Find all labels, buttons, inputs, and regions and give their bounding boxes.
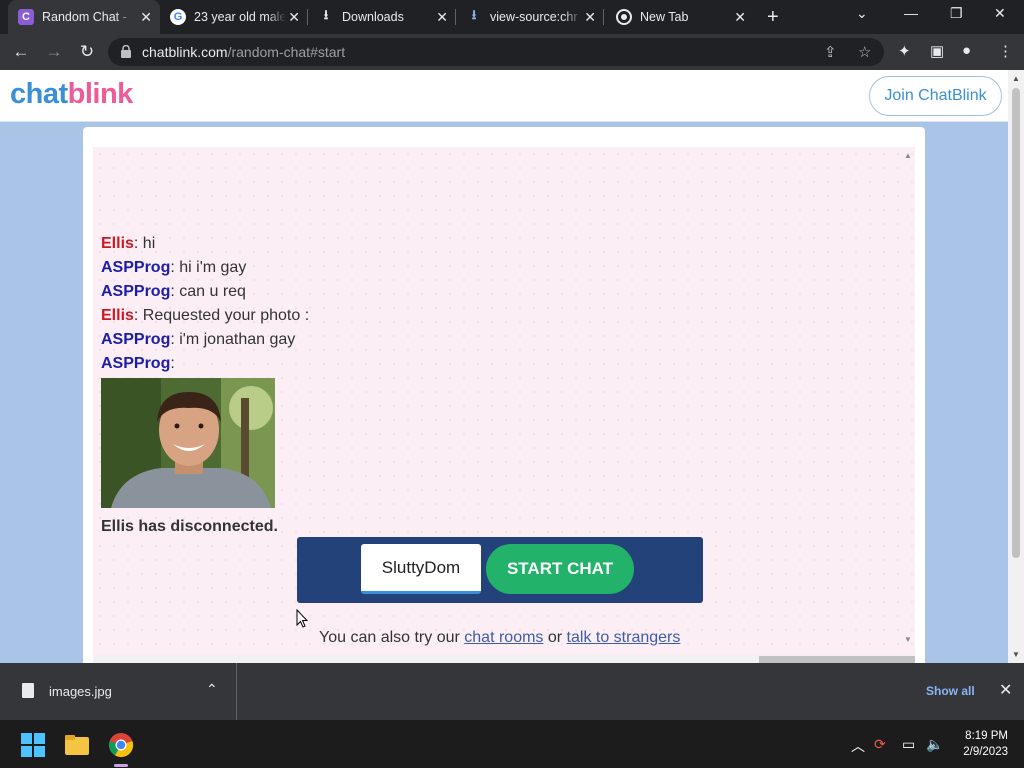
taskbar: ︿ ⟳ ▭ 🔈 8:19 PM 2/9/2023 — [0, 720, 1024, 768]
start-chat-bar: SluttyDom START CHAT — [297, 537, 703, 603]
message: ASPProg: i'm jonathan gay — [101, 331, 296, 348]
close-download-bar-icon[interactable]: ✕ — [999, 680, 1012, 700]
minimize-icon[interactable]: — — [904, 5, 918, 21]
download-bar: images.jpg ⌃ Show all ✕ — [0, 663, 1024, 720]
tab-random-chat[interactable]: C Random Chat - ✕ — [8, 0, 160, 34]
restore-icon[interactable]: ❐ — [950, 5, 963, 22]
message: Ellis: Requested your photo : — [101, 307, 310, 324]
download-item[interactable]: images.jpg ⌃ — [0, 663, 237, 720]
google-icon: G — [170, 9, 186, 25]
shared-photo[interactable] — [101, 378, 275, 508]
file-explorer-icon[interactable] — [64, 732, 90, 758]
close-tab-icon[interactable]: ✕ — [288, 9, 300, 25]
scroll-up-icon[interactable]: ▲ — [1012, 74, 1020, 83]
close-tab-icon[interactable]: ✕ — [436, 9, 448, 25]
chrome-icon[interactable] — [108, 732, 134, 758]
forward-icon[interactable]: → — [43, 41, 65, 63]
download-icon: ⭳ — [323, 7, 329, 22]
system-clock[interactable]: 8:19 PM 2/9/2023 — [950, 728, 1008, 760]
menu-icon[interactable]: ⋮ — [998, 42, 1013, 60]
new-tab-icon[interactable]: + — [767, 6, 779, 29]
tab-downloads[interactable]: ⭳ Downloads ✕ — [308, 0, 456, 34]
back-icon[interactable]: ← — [10, 41, 32, 63]
volume-icon[interactable]: 🔈 — [926, 736, 943, 753]
show-all-button[interactable]: Show all — [926, 684, 975, 698]
tab-strip: C Random Chat - ✕ G 23 year old male ✕ ⭳… — [0, 0, 1024, 34]
chatblink-favicon: C — [18, 9, 34, 25]
message: ASPProg: — [101, 355, 175, 372]
scroll-down-icon[interactable]: ▼ — [904, 635, 912, 644]
chrome-icon — [616, 9, 632, 25]
chevron-up-icon[interactable]: ⌃ — [206, 681, 218, 698]
reload-icon[interactable]: ↻ — [76, 41, 98, 63]
chat-rooms-link[interactable]: chat rooms — [464, 629, 543, 646]
page-viewport: chatblink Join ChatBlink Ellis: hi ASPPr… — [0, 70, 1008, 663]
windows-start-icon[interactable] — [20, 732, 46, 758]
message: ASPProg: can u req — [101, 283, 246, 300]
tab-new-tab[interactable]: New Tab ✕ — [606, 0, 754, 34]
close-window-icon[interactable]: ✕ — [994, 5, 1006, 22]
network-icon[interactable]: ▭ — [902, 736, 915, 753]
message: Ellis: hi — [101, 235, 156, 252]
file-icon — [22, 683, 34, 698]
url-text: chatblink.com/random-chat#start — [142, 44, 346, 60]
chat-scrollbar[interactable]: ▲ ▼ — [901, 147, 915, 659]
address-bar[interactable]: chatblink.com/random-chat#start ⇪ ☆ — [108, 38, 884, 66]
sync-icon[interactable]: ⟳ — [874, 736, 886, 753]
lock-icon — [121, 45, 131, 58]
tab-google-search[interactable]: G 23 year old male ✕ — [160, 0, 308, 34]
side-panel-icon[interactable]: ▣ — [930, 42, 944, 60]
chat-log[interactable]: Ellis: hi ASPProg: hi i'm gay ASPProg: c… — [93, 147, 915, 659]
scroll-down-icon[interactable]: ▼ — [1012, 650, 1020, 659]
mouse-cursor-icon — [296, 609, 308, 628]
chatblink-logo[interactable]: chatblink — [10, 78, 133, 111]
bookmark-star-icon[interactable]: ☆ — [858, 43, 871, 61]
alternatives-text: You can also try our chat rooms or talk … — [319, 629, 681, 646]
active-app-indicator — [114, 764, 128, 767]
nickname-input[interactable]: SluttyDom — [361, 544, 481, 594]
start-chat-button[interactable]: START CHAT — [486, 544, 634, 594]
extensions-icon[interactable]: ✦ — [898, 42, 911, 60]
chat-card: Ellis: hi ASPProg: hi i'm gay ASPProg: c… — [83, 127, 925, 663]
message-list: Ellis: hi ASPProg: hi i'm gay ASPProg: c… — [101, 232, 309, 536]
close-tab-icon[interactable]: ✕ — [584, 9, 596, 25]
site-header: chatblink Join ChatBlink — [0, 70, 1008, 122]
profile-icon[interactable]: ● — [962, 42, 971, 59]
download-icon: ⭳ — [471, 7, 477, 22]
disconnect-notice: Ellis has disconnected. — [101, 518, 278, 535]
message: ASPProg: hi i'm gay — [101, 259, 247, 276]
page-scrollbar[interactable]: ▲ ▼ — [1008, 70, 1024, 663]
share-icon[interactable]: ⇪ — [824, 43, 837, 61]
browser-toolbar: ← → ↻ chatblink.com/random-chat#start ⇪ … — [0, 34, 1024, 70]
close-tab-icon[interactable]: ✕ — [140, 9, 152, 25]
scroll-up-icon[interactable]: ▲ — [904, 151, 912, 160]
join-button[interactable]: Join ChatBlink — [869, 76, 1002, 116]
horizontal-scrollbar[interactable] — [93, 655, 915, 663]
tab-view-source[interactable]: ⭳ view-source:chr ✕ — [456, 0, 604, 34]
talk-to-strangers-link[interactable]: talk to strangers — [567, 629, 681, 646]
show-hidden-icons-icon[interactable]: ︿ — [851, 736, 865, 756]
tab-search-icon[interactable]: ⌄ — [856, 5, 868, 22]
close-tab-icon[interactable]: ✕ — [734, 9, 746, 25]
